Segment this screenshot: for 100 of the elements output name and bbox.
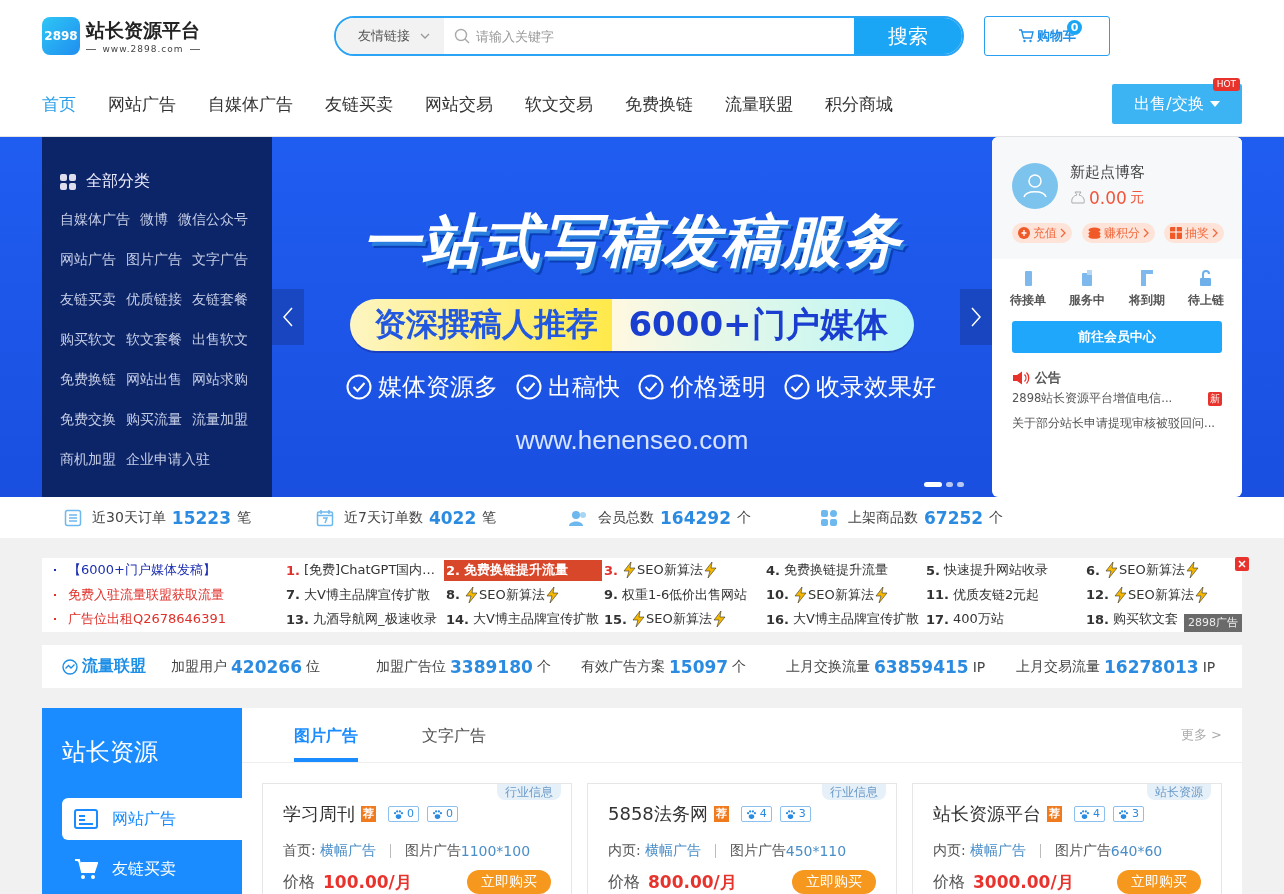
stat-label: 会员总数	[598, 508, 654, 527]
ticker-link[interactable]: 5. 快速提升网站收录	[924, 559, 1048, 581]
field-label: 内页:	[608, 842, 641, 860]
promo-link[interactable]: 广告位出租Q2678646391	[42, 610, 284, 629]
ticker-link[interactable]: 8. SEO新算法	[444, 584, 560, 606]
ticker-link[interactable]: 15. SEO新算法	[602, 608, 727, 630]
category-link[interactable]: 自媒体广告	[60, 211, 130, 229]
ticker-link[interactable]: 2. 免费换链提升流量	[444, 559, 602, 581]
price-value: 800.00/月	[648, 870, 737, 894]
nav-link[interactable]: 积分商城	[825, 92, 893, 116]
stat-value: 15223	[171, 507, 231, 528]
position-link[interactable]: 横幅广告	[644, 842, 701, 860]
ticker-link[interactable]: 1. [免费]ChatGPT国内...	[284, 559, 435, 581]
stat-label: 上月交易流量	[1016, 657, 1100, 676]
trend-icon	[62, 658, 78, 675]
ticker-link[interactable]: 6. SEO新算法	[1084, 559, 1200, 581]
category-link[interactable]: 免费换链	[60, 371, 116, 389]
nav-link[interactable]: 友链买卖	[325, 92, 393, 116]
lightning-icon	[1113, 586, 1129, 603]
order-status-link[interactable]: 待上链	[1188, 269, 1224, 309]
promo-link[interactable]: 【6000+门户媒体发稿】	[42, 561, 284, 580]
promo-link[interactable]: 免费入驻流量联盟获取流量	[42, 585, 284, 604]
recommend-badge: 荐	[1047, 806, 1062, 822]
listing-title[interactable]: 5858法务网	[608, 802, 708, 826]
banner-headline: 一站式写稿发稿服务	[362, 206, 902, 277]
listing-title[interactable]: 学习周刊	[283, 802, 355, 826]
listing-title[interactable]: 站长资源平台	[933, 802, 1041, 826]
nav-link[interactable]: 网站广告	[108, 92, 176, 116]
category-link[interactable]: 友链套餐	[192, 291, 248, 309]
nav-link[interactable]: 自媒体广告	[208, 92, 293, 116]
lightning-icon	[702, 562, 718, 579]
lock-icon	[1198, 269, 1214, 287]
category-link[interactable]: 友链买卖	[60, 291, 116, 309]
slide-indicator[interactable]	[946, 482, 953, 487]
count-text: 3	[798, 807, 806, 821]
next-slide-button[interactable]	[960, 289, 992, 345]
ticker-link[interactable]: 11. 优质友链2元起	[924, 584, 1040, 606]
panel-title: 全部分类	[86, 171, 150, 192]
ticker-link[interactable]: 16. 大V博主品牌宣传扩散	[764, 608, 919, 630]
position-link[interactable]: 横幅广告	[319, 842, 376, 860]
category-link[interactable]: 微博	[140, 211, 168, 229]
ticker-link[interactable]: 9. 权重1-6低价出售网站	[602, 584, 748, 606]
nav-link[interactable]: 免费换链	[625, 92, 693, 116]
ticker-link[interactable]: 7. 大V博主品牌宣传扩散	[284, 584, 430, 606]
tab[interactable]: 文字广告	[422, 708, 486, 762]
nav-link[interactable]: 软文交易	[525, 92, 593, 116]
notice-link[interactable]: 关于部分站长申请提现审核被驳回问...	[1012, 416, 1215, 431]
category-link[interactable]: 网站广告	[60, 251, 116, 269]
category-link[interactable]: 购买软文	[60, 331, 116, 349]
section-title: 公告	[1035, 369, 1061, 387]
ticker-link[interactable]: 18. 购买软文套	[1084, 608, 1179, 630]
order-status-link[interactable]: 将到期	[1128, 269, 1165, 309]
category-link[interactable]: 文字广告	[192, 251, 248, 269]
position-link[interactable]: 横幅广告	[969, 842, 1026, 860]
ticker-link[interactable]: 3. SEO新算法	[602, 559, 718, 581]
stat-label: 上月交换流量	[786, 657, 870, 676]
grid-icon	[820, 508, 838, 527]
lightning-icon	[1184, 562, 1200, 579]
category-tag: 行业信息	[822, 784, 886, 800]
stat-value: 164292	[660, 507, 731, 528]
category-link[interactable]: 网站求购	[192, 371, 248, 389]
category-link[interactable]: 微信公众号	[178, 211, 248, 229]
slide-indicator[interactable]	[957, 482, 964, 487]
ad-label: 2898广告	[1184, 614, 1242, 632]
order-status-link[interactable]: 待接单	[1010, 269, 1046, 309]
category-link[interactable]: 免费交换	[60, 411, 116, 429]
field-label: 图片广告	[1054, 842, 1111, 860]
caret-icon	[1209, 101, 1220, 107]
lightning-icon	[711, 611, 727, 628]
size-value: 1100*100	[460, 843, 531, 859]
category-link[interactable]: 网站出售	[126, 371, 182, 389]
category-link[interactable]: 图片广告	[126, 251, 182, 269]
money-bag-icon	[1070, 190, 1086, 206]
notice-link[interactable]: 2898站长资源平台增值电信...	[1012, 391, 1173, 406]
paw-icon	[393, 808, 404, 820]
category-link[interactable]: 企业申请入驻	[126, 451, 210, 469]
ticker-link[interactable]: 10. SEO新算法	[764, 584, 889, 606]
check-circle-icon	[516, 374, 542, 400]
nav-link[interactable]: 网站交易	[425, 92, 493, 116]
speaker-icon	[1012, 371, 1030, 385]
category-link[interactable]: 商机加盟	[60, 451, 116, 469]
ticker-link[interactable]: 17. 400万站	[924, 608, 1004, 630]
previous-slide-button[interactable]	[272, 289, 304, 345]
ticker-link[interactable]: 13. 九酒导航网_极速收录	[284, 608, 437, 630]
category-link[interactable]: 优质链接	[126, 291, 182, 309]
feature-text: 收录效果好	[816, 372, 936, 403]
order-status-link[interactable]: 服务中	[1069, 269, 1106, 309]
ticker-link[interactable]: 14. 大V博主品牌宣传扩散	[444, 608, 599, 630]
category-dropdown[interactable]: 友情链接	[336, 18, 444, 54]
coin-stack-icon	[1087, 227, 1101, 239]
ticker-link[interactable]: 12. SEO新算法	[1084, 584, 1209, 606]
category-link[interactable]: 流量加盟	[192, 411, 248, 429]
category-link[interactable]: 购买流量	[126, 411, 182, 429]
category-link[interactable]: 出售软文	[192, 331, 248, 349]
chevron-right-icon	[1142, 228, 1149, 238]
slide-indicator[interactable]	[924, 482, 942, 487]
nav-link[interactable]: 流量联盟	[725, 92, 793, 116]
category-link[interactable]: 软文套餐	[126, 331, 182, 349]
check-circle-icon	[346, 374, 372, 400]
ticker-link[interactable]: 4. 免费换链提升流量	[764, 559, 888, 581]
